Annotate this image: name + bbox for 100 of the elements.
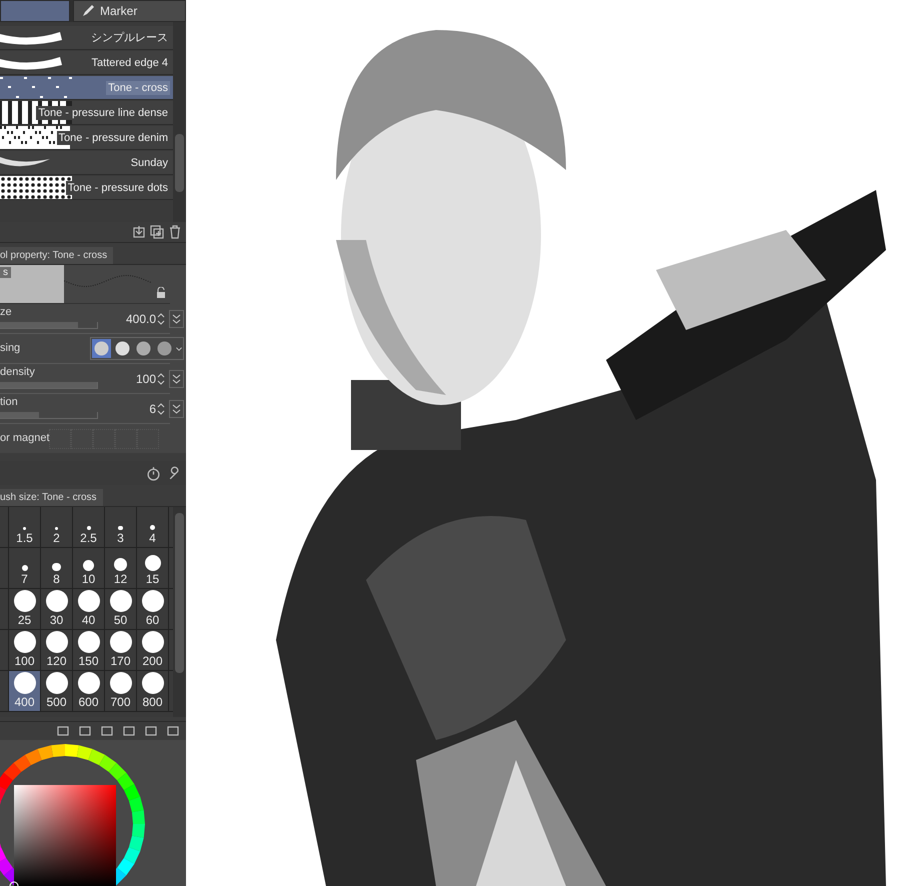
brush-size-preset[interactable]: 7 (9, 548, 41, 588)
scrollbar[interactable] (173, 22, 186, 222)
brush-tip-icon (157, 341, 172, 356)
brush-dot-icon (142, 631, 164, 653)
slider-track[interactable] (0, 322, 98, 329)
brush-dot-icon (46, 631, 68, 653)
slider-track[interactable] (0, 412, 98, 419)
brush-item[interactable]: Sunday (0, 151, 173, 175)
brush-dot-icon (46, 672, 68, 694)
brush-dot-icon (118, 526, 123, 530)
brush-dot-icon (150, 525, 155, 530)
brush-size-preset[interactable]: 50 (105, 589, 137, 629)
value-spinner[interactable]: 400.0 (126, 312, 165, 326)
value-spinner[interactable]: 6 (149, 402, 165, 416)
brush-dot-icon (83, 560, 94, 571)
chevrons-icon (172, 313, 181, 324)
brush-size-preset[interactable]: 400 (9, 671, 41, 711)
pressure-button[interactable] (169, 370, 184, 388)
brush-size-preset[interactable]: 15 (137, 548, 169, 588)
import-icon[interactable] (132, 225, 146, 239)
trash-icon[interactable] (168, 225, 182, 239)
brush-size-preset[interactable]: 1.5 (9, 507, 41, 547)
brush-dot-icon (110, 672, 132, 694)
tool-tab[interactable]: Marker (73, 0, 186, 22)
brush-size-preset[interactable]: 200 (137, 630, 169, 670)
spinner-arrows-icon[interactable] (157, 312, 165, 326)
color-square[interactable] (14, 785, 116, 886)
brush-size-preset[interactable]: 800 (137, 671, 169, 711)
scrollbar[interactable] (173, 507, 186, 717)
preview-label: s (0, 267, 11, 278)
pressure-button[interactable] (169, 400, 184, 418)
brush-item[interactable]: Tone - pressure line dense (0, 101, 173, 125)
property-label: density (0, 366, 35, 378)
value-spinner[interactable]: 100 (136, 372, 165, 386)
brush-size-preset[interactable]: 600 (73, 671, 105, 711)
brush-dot-icon (110, 590, 132, 612)
brush-size-preset[interactable]: 3 (105, 507, 137, 547)
brush-size-preset[interactable]: 150 (73, 630, 105, 670)
chevrons-icon (172, 373, 181, 384)
brush-item[interactable]: Tone - pressure dots (0, 176, 173, 200)
brush-tip-icon (136, 341, 151, 356)
tool-tab[interactable] (0, 0, 70, 22)
brush-size-preset[interactable]: 40 (73, 589, 105, 629)
brush-size-preset[interactable]: 30 (41, 589, 73, 629)
slider-track[interactable] (0, 382, 98, 389)
brush-size-preset[interactable]: 100 (9, 630, 41, 670)
chevrons-icon (172, 403, 181, 414)
brush-dot-icon (52, 562, 61, 571)
brush-dot-icon (78, 631, 100, 653)
brush-size-preset[interactable]: 120 (41, 630, 73, 670)
brush-item[interactable]: Tone - pressure denim (0, 126, 173, 150)
marker-icon (80, 3, 96, 19)
brush-stroke-icon (0, 76, 72, 99)
hardness-selector[interactable] (90, 337, 184, 360)
brush-size-preset[interactable]: 25 (9, 589, 41, 629)
brush-size-preset[interactable]: 170 (105, 630, 137, 670)
brush-tip-option[interactable] (134, 339, 153, 358)
property-label: tion (0, 396, 18, 408)
brush-size-preset[interactable]: 500 (41, 671, 73, 711)
brush-size-preset[interactable]: 700 (105, 671, 137, 711)
brush-dot-icon (46, 590, 68, 612)
duplicate-icon[interactable] (150, 225, 164, 239)
brush-dot-icon (23, 527, 26, 530)
brush-tip-icon (94, 341, 109, 356)
brush-size-preset[interactable]: 8 (41, 548, 73, 588)
brush-dot-icon (14, 590, 36, 612)
spinner-arrows-icon[interactable] (157, 372, 165, 386)
brush-size-preset[interactable]: 2.5 (73, 507, 105, 547)
brush-dot-icon (54, 526, 58, 530)
brush-dot-icon (110, 631, 132, 653)
property-label: or magnet (0, 432, 50, 444)
brush-dot-icon (14, 631, 36, 653)
brush-dot-icon (78, 590, 100, 612)
panel-tab[interactable]: ol property: Tone - cross (0, 247, 114, 264)
brush-size-preset[interactable]: 4 (137, 507, 169, 547)
brush-item[interactable]: Tone - cross (0, 76, 173, 100)
brush-dot-icon (86, 526, 90, 530)
property-label: sing (0, 342, 20, 354)
brush-dot-icon (22, 565, 28, 571)
timer-icon[interactable] (146, 466, 161, 480)
brush-item[interactable]: Tattered edge 4 (0, 51, 173, 75)
property-label: ze (0, 306, 12, 318)
brush-dot-icon (14, 672, 36, 694)
brush-item[interactable]: シンプルレース (0, 26, 173, 50)
brush-dot-icon (142, 672, 164, 694)
brush-dot-icon (142, 590, 164, 612)
brush-dot-icon (114, 558, 128, 571)
brush-size-preset[interactable]: 12 (105, 548, 137, 588)
caret-icon[interactable] (176, 346, 182, 350)
brush-tip-option[interactable] (155, 339, 174, 358)
brush-size-preset[interactable]: 2 (41, 507, 73, 547)
panel-tab[interactable]: ush size: Tone - cross (0, 489, 103, 506)
brush-size-preset[interactable]: 60 (137, 589, 169, 629)
pressure-button[interactable] (169, 310, 184, 328)
brush-tip-option[interactable] (113, 339, 132, 358)
brush-tip-icon (115, 341, 130, 356)
spinner-arrows-icon[interactable] (157, 402, 165, 416)
brush-size-preset[interactable]: 10 (73, 548, 105, 588)
lock-icon[interactable] (156, 287, 166, 298)
brush-dot-icon (144, 555, 160, 571)
